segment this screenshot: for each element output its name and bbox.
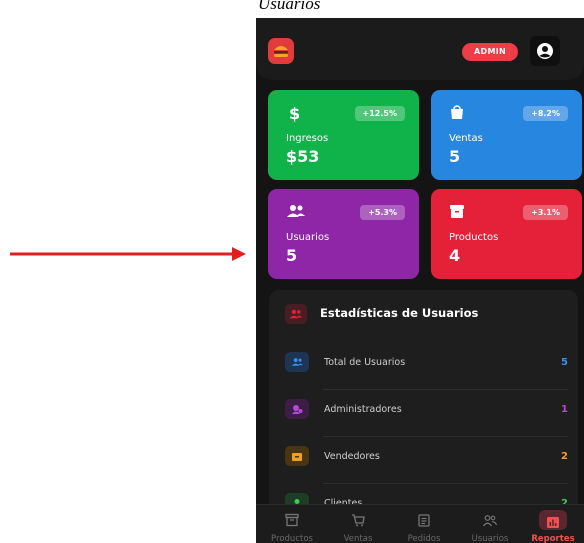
admin-badge: ADMIN (462, 43, 518, 61)
card-value: 5 (449, 147, 461, 166)
change-badge: +8.2% (523, 106, 568, 121)
inventory-icon (285, 512, 299, 531)
card-label: Productos (449, 232, 499, 243)
burger-logo-icon (274, 46, 288, 57)
stat-value: 5 (561, 357, 568, 368)
card-ventas[interactable]: +8.2% Ventas 5 (431, 90, 582, 180)
card-value: $53 (286, 147, 320, 166)
stat-row-admins: Administradores 1 (285, 392, 568, 438)
divider (323, 389, 568, 390)
users-icon (286, 203, 306, 223)
cart-icon (351, 512, 365, 531)
card-value: 5 (286, 246, 298, 265)
nav-usuarios[interactable]: Usuarios (457, 505, 523, 543)
card-productos[interactable]: +3.1% Productos 4 (431, 189, 582, 279)
nav-label: Pedidos (407, 534, 441, 543)
archive-box-icon (449, 203, 465, 223)
card-ingresos[interactable]: $ +12.5% Ingresos $53 (268, 90, 419, 180)
people-icon (285, 352, 309, 372)
stat-row-sellers: Vendedores 2 (285, 439, 568, 485)
nav-productos[interactable]: Productos (259, 505, 325, 543)
account-circle-icon (537, 43, 553, 59)
divider (323, 483, 568, 484)
change-badge: +3.1% (523, 205, 568, 220)
change-badge: +12.5% (354, 106, 405, 121)
nav-label: Usuarios (471, 534, 509, 543)
profile-button[interactable] (530, 36, 560, 66)
stat-value: 1 (561, 404, 568, 415)
svg-text:$: $ (289, 104, 300, 122)
phone-screen: ADMIN $ +12.5% Ingresos $53 +8.2% Ventas… (256, 18, 584, 543)
stat-value: 2 (561, 451, 568, 462)
card-usuarios[interactable]: +5.3% Usuarios 5 (268, 189, 419, 279)
stats-title: Estadísticas de Usuarios (320, 306, 479, 320)
top-bar: ADMIN (256, 18, 584, 80)
app-logo[interactable] (268, 38, 294, 64)
people-icon (483, 512, 498, 531)
change-badge: +5.3% (360, 205, 405, 220)
dollar-icon: $ (286, 104, 302, 126)
figure-caption: Usuarios (258, 0, 321, 13)
shield-admin-icon (285, 399, 309, 419)
store-icon (285, 446, 309, 466)
bottom-navigation: Productos Ventas Pedidos Usuarios Report… (256, 504, 584, 543)
card-label: Usuarios (286, 232, 330, 243)
nav-pedidos[interactable]: Pedidos (391, 505, 457, 543)
nav-label: Ventas (343, 534, 373, 543)
stat-label: Total de Usuarios (324, 357, 406, 368)
stat-label: Administradores (324, 404, 402, 415)
card-value: 4 (449, 246, 461, 265)
red-arrow-icon (10, 247, 246, 261)
nav-reportes[interactable]: Reportes (520, 505, 584, 543)
users-icon (285, 304, 307, 324)
stat-label: Vendedores (324, 451, 380, 462)
divider (323, 436, 568, 437)
card-label: Ventas (449, 133, 483, 144)
chart-icon (546, 514, 560, 533)
clipboard-icon (417, 512, 431, 531)
nav-label: Productos (271, 534, 313, 543)
card-label: Ingresos (286, 133, 329, 144)
nav-label: Reportes (531, 534, 575, 543)
user-stats-panel: Estadísticas de Usuarios Total de Usuari… (269, 290, 578, 530)
shopping-bag-icon (449, 104, 465, 124)
stat-row-total: Total de Usuarios 5 (285, 345, 568, 391)
nav-ventas[interactable]: Ventas (325, 505, 391, 543)
